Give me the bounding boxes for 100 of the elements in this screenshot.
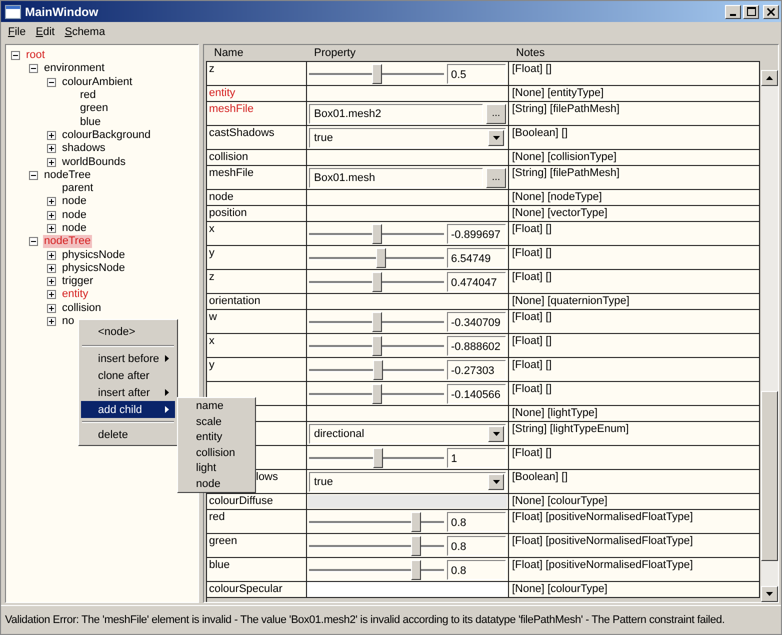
slider[interactable] — [309, 448, 444, 468]
value-field[interactable]: -0.27303 — [447, 360, 506, 380]
tree-item[interactable]: parent — [61, 182, 94, 196]
close-button[interactable] — [763, 4, 779, 18]
value-field[interactable]: 6.54749 — [447, 248, 506, 268]
value-field[interactable]: 0.8 — [447, 512, 506, 532]
scroll-up-button[interactable] — [761, 70, 778, 86]
browse-button[interactable]: ... — [486, 168, 506, 188]
collapse-icon[interactable] — [47, 78, 56, 87]
menu-item[interactable]: light — [196, 461, 255, 476]
collapse-icon[interactable] — [29, 170, 38, 180]
tree-item[interactable]: node — [61, 222, 88, 235]
tree-item[interactable]: trigger — [61, 275, 94, 288]
scroll-thumb[interactable] — [761, 391, 778, 561]
column-header[interactable]: Name — [210, 47, 310, 59]
tree-item[interactable]: worldBounds — [61, 156, 127, 169]
expand-icon[interactable] — [47, 277, 56, 286]
tree-item[interactable]: red — [79, 89, 97, 102]
slider[interactable] — [309, 224, 444, 244]
scroll-down-button[interactable] — [761, 586, 778, 602]
expand-icon[interactable] — [47, 250, 56, 260]
value-field[interactable]: -0.899697 — [447, 224, 506, 244]
expand-icon[interactable] — [47, 210, 56, 220]
menu-item[interactable]: node — [196, 476, 255, 492]
tree-item[interactable]: no — [61, 315, 76, 328]
menu-item[interactable]: add child — [81, 401, 175, 418]
expand-icon[interactable] — [47, 304, 56, 313]
dropdown[interactable]: true — [309, 472, 506, 492]
slider[interactable] — [309, 272, 444, 292]
expand-icon[interactable] — [47, 264, 56, 273]
menu-item[interactable]: insert before — [81, 350, 175, 367]
expand-icon[interactable] — [47, 317, 56, 326]
slider[interactable] — [309, 560, 444, 580]
value-field[interactable]: 0.5 — [447, 64, 506, 84]
expand-icon[interactable] — [47, 158, 56, 167]
menu-item[interactable]: scale — [196, 414, 255, 430]
menu-item[interactable]: collision — [196, 446, 255, 461]
value-field[interactable]: -0.140566 — [447, 384, 506, 404]
slider[interactable] — [309, 248, 444, 268]
menu-item[interactable]: Edit — [30, 24, 60, 38]
column-header[interactable]: Notes — [512, 47, 778, 59]
type-note: [None] [lightType] — [512, 407, 598, 419]
value-field[interactable]: -0.340709 — [447, 312, 506, 332]
expand-icon[interactable] — [47, 290, 56, 300]
expand-icon[interactable] — [47, 197, 56, 206]
tree-item[interactable]: physicsNode — [61, 262, 126, 275]
type-note: [Float] [] — [512, 359, 552, 371]
property-name: green — [209, 535, 238, 547]
dropdown[interactable]: true — [309, 128, 506, 148]
value-field[interactable]: -0.888602 — [447, 336, 506, 356]
slider[interactable] — [309, 536, 444, 556]
menu-item[interactable]: File — [3, 24, 31, 38]
file-path-field[interactable]: Box01.mesh — [309, 168, 483, 188]
menu-item[interactable]: insert after — [81, 384, 175, 401]
tree-item[interactable]: nodeTree — [43, 168, 92, 182]
value-field[interactable]: 1 — [447, 448, 506, 468]
maximize-button[interactable] — [743, 4, 759, 18]
tree-item[interactable]: blue — [79, 116, 102, 129]
property-name: lows — [255, 471, 278, 483]
type-note: [Float] [] — [512, 383, 552, 395]
dropdown[interactable]: directional — [309, 424, 506, 444]
value-field[interactable]: 0.8 — [447, 536, 506, 556]
menu-item[interactable]: clone after — [81, 367, 175, 384]
slider[interactable] — [309, 64, 444, 84]
column-header[interactable]: Property — [310, 47, 512, 59]
slider[interactable] — [309, 360, 444, 380]
slider[interactable] — [309, 512, 444, 532]
tree-item[interactable]: node — [61, 208, 88, 222]
collapse-icon[interactable] — [29, 237, 38, 246]
tree-item[interactable]: shadows — [61, 142, 106, 156]
menu-item[interactable]: delete — [81, 426, 175, 443]
collapse-icon[interactable] — [11, 51, 20, 60]
tree-item[interactable]: colourAmbient — [61, 76, 134, 89]
minimize-button[interactable] — [725, 4, 741, 18]
file-path-field[interactable]: Box01.mesh2 — [309, 104, 483, 124]
menu-item[interactable]: name — [196, 399, 255, 414]
expand-icon[interactable] — [47, 130, 56, 140]
expand-icon[interactable] — [47, 144, 56, 154]
tree-item[interactable]: entity — [61, 288, 90, 302]
slider[interactable] — [309, 384, 444, 404]
slider[interactable] — [309, 312, 444, 332]
type-note: [None] [vectorType] — [512, 207, 608, 219]
tree-item[interactable]: physicsNode — [61, 248, 126, 262]
menu-item[interactable]: entity — [196, 430, 255, 446]
tree-item[interactable]: root — [25, 49, 46, 62]
value-field[interactable]: 0.8 — [447, 560, 506, 580]
property-name: z — [209, 271, 214, 283]
submenu-arrow-icon — [165, 406, 169, 413]
expand-icon[interactable] — [47, 224, 56, 233]
menu-item[interactable]: Schema — [60, 24, 110, 38]
tree-item[interactable]: green — [79, 102, 110, 116]
value-field[interactable]: 0.474047 — [447, 272, 506, 292]
tree-item[interactable]: environment — [43, 62, 106, 76]
slider[interactable] — [309, 336, 444, 356]
type-note: [Float] [] — [512, 335, 552, 347]
collapse-icon[interactable] — [29, 64, 38, 74]
browse-button[interactable]: ... — [486, 104, 506, 124]
tree-item[interactable]: colourBackground — [61, 128, 152, 142]
tree-item[interactable]: collision — [61, 302, 102, 315]
tree-item[interactable]: node — [61, 195, 88, 208]
